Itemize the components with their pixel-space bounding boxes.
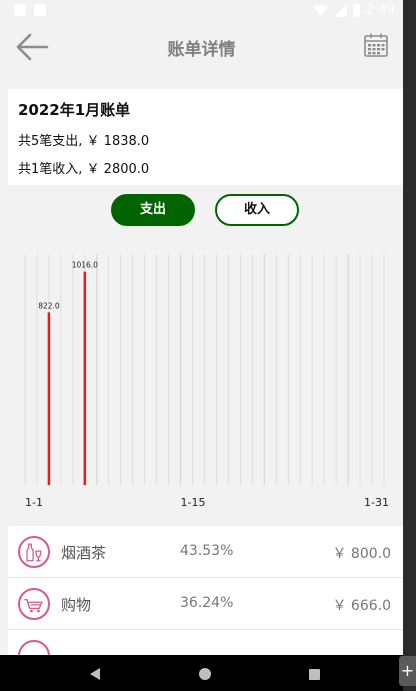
battery-icon bbox=[352, 4, 360, 17]
wifi-icon bbox=[313, 4, 328, 17]
chart-x-tick-label: 1-1 bbox=[25, 496, 43, 509]
category-item[interactable]: 购物 36.24% ￥ 666.0 bbox=[8, 578, 403, 630]
chart-grid bbox=[24, 254, 385, 485]
bill-summary-card: 2022年1月账单 共5笔支出, ￥ 1838.0 共1笔收入, ￥ 2800.… bbox=[8, 89, 403, 185]
chart-x-tick-label: 1-31 bbox=[364, 496, 389, 509]
sim-card-icon bbox=[34, 4, 46, 16]
chart-x-tick-label: 1-15 bbox=[181, 496, 206, 509]
chart-data-label: 1016.0 bbox=[72, 261, 98, 270]
android-navigation-bar bbox=[0, 655, 403, 691]
page-title: 账单详情 bbox=[167, 40, 236, 60]
category-name: 购物 bbox=[61, 596, 92, 614]
nav-back-icon[interactable] bbox=[90, 668, 100, 680]
income-summary: 共1笔收入, ￥ 2800.0 bbox=[18, 162, 150, 177]
expense-toggle-button[interactable]: 支出 bbox=[111, 194, 195, 226]
wine-bottle-icon bbox=[18, 536, 50, 568]
month-bill-title: 2022年1月账单 bbox=[18, 101, 131, 119]
chart-x-ticks: 1-1 1-15 1-31 bbox=[25, 496, 389, 509]
category-amount: ￥ 666.0 bbox=[332, 598, 391, 614]
income-toggle-button[interactable]: 收入 bbox=[215, 194, 299, 226]
emulator-add-button[interactable]: + bbox=[399, 656, 416, 686]
app-bar: 账单详情 bbox=[0, 24, 403, 68]
nav-home-icon[interactable] bbox=[199, 668, 211, 680]
emulator-side-strip bbox=[403, 0, 416, 691]
category-list: 烟酒茶 43.53% ￥ 800.0 购物 36.24% ￥ 666.0 bbox=[8, 526, 403, 656]
status-bar: 2:49 bbox=[0, 0, 403, 24]
expense-summary: 共5笔支出, ￥ 1838.0 bbox=[18, 134, 150, 149]
category-percent: 43.53% bbox=[180, 543, 234, 559]
daily-expense-chart: 822.0 1016.0 1-1 1-15 1-31 bbox=[24, 254, 389, 509]
app-screen: 2:49 账单详情 2022年1月账单 共5笔支出, ￥ 1838.0 共1笔收… bbox=[0, 0, 403, 691]
status-time: 2:49 bbox=[365, 3, 395, 18]
shopping-cart-icon bbox=[18, 588, 50, 620]
category-item[interactable]: 烟酒茶 43.53% ￥ 800.0 bbox=[8, 526, 403, 578]
system-icons: 2:49 bbox=[313, 3, 395, 18]
category-percent: 36.24% bbox=[180, 595, 234, 611]
chart-data-label: 822.0 bbox=[38, 301, 60, 310]
category-amount: ￥ 800.0 bbox=[332, 546, 391, 562]
signal-icon bbox=[333, 4, 347, 17]
chart-bars: 822.0 1016.0 bbox=[38, 261, 98, 485]
calendar-icon[interactable] bbox=[363, 32, 389, 58]
notification-icon bbox=[14, 4, 26, 16]
notification-icons bbox=[14, 4, 46, 16]
nav-recents-icon[interactable] bbox=[309, 669, 320, 680]
category-name: 烟酒茶 bbox=[61, 544, 107, 562]
category-icon bbox=[18, 640, 50, 656]
category-item[interactable] bbox=[8, 630, 403, 656]
